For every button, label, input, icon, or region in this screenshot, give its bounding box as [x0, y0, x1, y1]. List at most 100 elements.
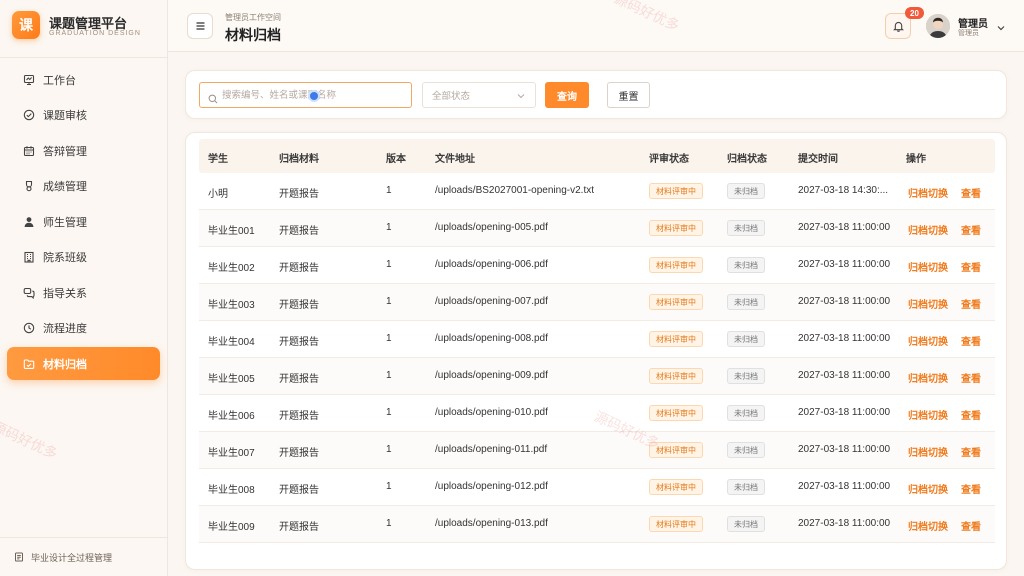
view-link[interactable]: 查看 [961, 296, 981, 311]
archive-toggle-link[interactable]: 归档切换 [908, 185, 948, 200]
cell-submit-time: 2027-03-18 11:00:00 [798, 481, 891, 492]
brand[interactable]: 课 课题管理平台 GRADUATION DESIGN [12, 11, 162, 43]
view-link[interactable]: 查看 [961, 333, 981, 348]
sidebar-item-topic-review[interactable]: 课题审核 [7, 99, 160, 132]
cell-material: 开题报告 [279, 522, 319, 533]
chevron-down-icon[interactable] [996, 20, 1006, 31]
column-header-archive-status: 归档状态 [727, 154, 767, 165]
hamburger-icon [195, 21, 206, 31]
user-role: 管理员 [958, 30, 979, 37]
cell-path: /uploads/opening-008.pdf [435, 333, 548, 344]
sidebar-item-archive[interactable]: 材料归档 [7, 347, 160, 380]
archive-toggle-link[interactable]: 归档切换 [908, 444, 948, 459]
view-link[interactable]: 查看 [961, 518, 981, 533]
sidebar-item-label: 师生管理 [43, 216, 87, 229]
cell-version: 1 [386, 222, 392, 233]
cell-material: 开题报告 [279, 263, 319, 274]
cell-path: /uploads/opening-007.pdf [435, 296, 548, 307]
view-link[interactable]: 查看 [961, 259, 981, 274]
archive-toggle-link[interactable]: 归档切换 [908, 370, 948, 385]
archive-status-badge: 未归档 [727, 516, 765, 532]
table-row: 毕业生006 开题报告 1/uploads/opening-010.pdf 材料评审中… [199, 395, 995, 432]
avatar[interactable] [926, 14, 950, 38]
query-button[interactable]: 查询 [545, 82, 589, 108]
archive-toggle-link[interactable]: 归档切换 [908, 518, 948, 533]
reset-button[interactable]: 重置 [607, 82, 650, 108]
sidebar: 课 课题管理平台 GRADUATION DESIGN 工作台 课题审核 答辩管理 [0, 0, 168, 576]
notification-badge: 20 [905, 7, 924, 19]
sidebar-item-defense[interactable]: 答辩管理 [7, 134, 160, 167]
sidebar-item-label: 院系班级 [43, 252, 87, 264]
view-link[interactable]: 查看 [961, 370, 981, 385]
cell-path: /uploads/opening-005.pdf [435, 222, 548, 233]
table-row: 毕业生003 开题报告 1/uploads/opening-007.pdf 材料评审中… [199, 284, 995, 321]
sidebar-item-workbench[interactable]: 工作台 [7, 63, 160, 96]
cell-student: 小明 [208, 189, 228, 200]
column-header-review-status: 评审状态 [649, 154, 689, 165]
cell-path: /uploads/opening-012.pdf [435, 481, 548, 492]
review-status-badge: 材料评审中 [649, 368, 703, 384]
review-status-badge: 材料评审中 [649, 220, 703, 236]
cell-submit-time: 2027-03-18 11:00:00 [798, 370, 891, 381]
brand-logo: 课 [12, 11, 40, 39]
archive-status-badge: 未归档 [727, 442, 765, 458]
archive-toggle-link[interactable]: 归档切换 [908, 296, 948, 311]
sidebar-item-label: 材料归档 [43, 358, 87, 371]
cell-version: 1 [386, 481, 392, 492]
brand-subtitle: GRADUATION DESIGN [49, 30, 141, 37]
menu-toggle-button[interactable] [187, 13, 213, 39]
column-header-submit-time: 提交时间 [798, 154, 838, 165]
archive-toggle-link[interactable]: 归档切换 [908, 259, 948, 274]
cell-student: 毕业生005 [208, 374, 255, 385]
sidebar-item-progress[interactable]: 流程进度 [7, 312, 160, 345]
view-link[interactable]: 查看 [961, 407, 981, 422]
archive-toggle-link[interactable]: 归档切换 [908, 407, 948, 422]
cell-submit-time: 2027-03-18 11:00:00 [798, 518, 891, 529]
cell-version: 1 [386, 296, 392, 307]
sidebar-item-grades[interactable]: 成绩管理 [7, 170, 160, 203]
archive-table: 学生 归档材料 版本 文件地址 评审状态 归档状态 提交时间 操作 小明 开题报告… [185, 132, 1007, 570]
archive-status-badge: 未归档 [727, 294, 765, 310]
check-circle-icon [23, 109, 35, 121]
table-body: 小明 开题报告 1/uploads/BS2027001-opening-v2.txt… [199, 173, 995, 543]
cell-student: 毕业生008 [208, 485, 255, 496]
cell-student: 毕业生001 [208, 226, 255, 237]
status-select[interactable]: 全部状态 [422, 82, 536, 108]
page-title: 材料归档 [225, 27, 281, 43]
cell-student: 毕业生002 [208, 263, 255, 274]
cell-submit-time: 2027-03-18 11:00:00 [798, 333, 891, 344]
review-status-badge: 材料评审中 [649, 516, 703, 532]
cell-submit-time: 2027-03-18 11:00:00 [798, 296, 891, 307]
archive-toggle-link[interactable]: 归档切换 [908, 333, 948, 348]
cell-submit-time: 2027-03-18 11:00:00 [798, 444, 891, 455]
cell-material: 开题报告 [279, 337, 319, 348]
cell-version: 1 [386, 185, 392, 196]
search-box[interactable] [199, 82, 412, 108]
sidebar-divider [0, 57, 167, 58]
archive-toggle-link[interactable]: 归档切换 [908, 222, 948, 237]
column-header-actions: 操作 [906, 154, 926, 165]
archive-toggle-link[interactable]: 归档切换 [908, 481, 948, 496]
view-link[interactable]: 查看 [961, 185, 981, 200]
sidebar-item-label: 课题审核 [43, 110, 87, 122]
chat-icon [23, 287, 35, 299]
column-header-student: 学生 [208, 154, 228, 165]
cell-material: 开题报告 [279, 226, 319, 237]
view-link[interactable]: 查看 [961, 444, 981, 459]
sidebar-item-guidance[interactable]: 指导关系 [7, 276, 160, 309]
review-status-badge: 材料评审中 [649, 331, 703, 347]
cell-path: /uploads/opening-011.pdf [435, 444, 548, 455]
table-row: 小明 开题报告 1/uploads/BS2027001-opening-v2.txt… [199, 173, 995, 210]
view-link[interactable]: 查看 [961, 481, 981, 496]
column-header-version: 版本 [386, 154, 406, 165]
review-status-badge: 材料评审中 [649, 257, 703, 273]
table-row: 毕业生007 开题报告 1/uploads/opening-011.pdf 材料评审中… [199, 432, 995, 469]
document-icon [14, 552, 24, 562]
archive-status-badge: 未归档 [727, 220, 765, 236]
view-link[interactable]: 查看 [961, 222, 981, 237]
sidebar-item-users[interactable]: 师生管理 [7, 205, 160, 238]
sidebar-item-departments[interactable]: 院系班级 [7, 241, 160, 274]
cell-version: 1 [386, 444, 392, 455]
cell-version: 1 [386, 518, 392, 529]
archive-status-badge: 未归档 [727, 479, 765, 495]
